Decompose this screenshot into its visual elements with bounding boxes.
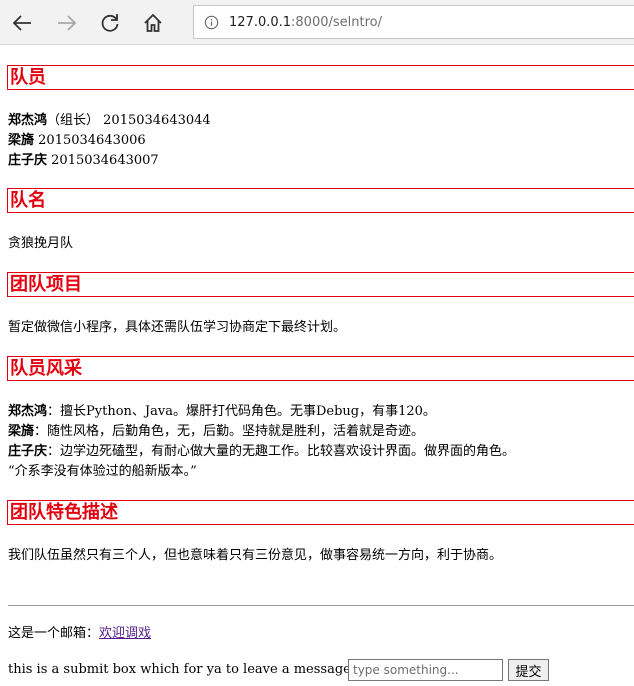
home-icon: [144, 13, 162, 32]
message-label: this is a submit box which for ya to lea…: [8, 662, 356, 677]
member-row-1: 郑杰鸿（组长） 2015034643044: [8, 111, 211, 130]
style-heading: 队员风采: [7, 356, 634, 381]
style-row-2: 梁旖：随性风格，后勤角色，无，后勤。坚持就是胜利，活着就是奇迹。: [8, 422, 424, 441]
divider: [8, 605, 634, 606]
member-name: 梁旖: [8, 424, 35, 439]
browser-toolbar: 127.0.0.1:8000/selntro/: [0, 0, 634, 45]
member-row-2: 梁旖 2015034643006: [8, 131, 146, 150]
forward-button[interactable]: [52, 8, 82, 38]
project-text: 暂定做微信小程序，具体还需队伍学习协商定下最终计划。: [8, 320, 347, 335]
member-detail: （组长） 2015034643044: [47, 113, 211, 128]
team-name-heading: 队名: [7, 188, 634, 213]
mail-link[interactable]: 欢迎调戏: [99, 626, 151, 641]
back-button[interactable]: [7, 8, 37, 38]
arrow-right-icon: [58, 15, 77, 31]
mail-line: 这是一个邮箱：欢迎调戏: [8, 624, 151, 643]
style-row-3: 庄子庆：边学边死磕型，有耐心做大量的无趣工作。比较喜欢设计界面。做界面的角色。: [8, 442, 515, 461]
address-bar[interactable]: 127.0.0.1:8000/selntro/: [193, 5, 634, 39]
member-style: ：边学边死磕型，有耐心做大量的无趣工作。比较喜欢设计界面。做界面的角色。: [47, 444, 516, 459]
project-heading: 团队项目: [7, 272, 634, 297]
info-icon[interactable]: [204, 15, 219, 30]
style-quote: “介系李没有体验过的船新版本。”: [8, 464, 197, 479]
mail-prefix: 这是一个邮箱：: [8, 626, 100, 641]
member-name: 庄子庆: [8, 153, 48, 168]
feature-text: 我们队伍虽然只有三个人，但也意味着只有三份意见，做事容易统一方向，利于协商。: [8, 548, 503, 563]
home-button[interactable]: [138, 8, 168, 38]
url-path: :8000/selntro/: [291, 14, 382, 30]
member-style: ：擅长Python、Java。爆肝打代码角色。无事Debug，有事120。: [47, 404, 436, 419]
message-input[interactable]: [348, 659, 503, 681]
member-detail: 2015034643006: [34, 133, 146, 148]
style-row-1: 郑杰鸿：擅长Python、Java。爆肝打代码角色。无事Debug，有事120。: [8, 402, 436, 421]
arrow-left-icon: [12, 15, 31, 31]
member-name: 郑杰鸿: [8, 404, 48, 419]
member-name: 梁旖: [8, 133, 35, 148]
member-row-3: 庄子庆 2015034643007: [8, 151, 159, 170]
team-name-text: 贪狼挽月队: [8, 236, 74, 251]
feature-heading: 团队特色描述: [7, 500, 634, 525]
submit-button[interactable]: 提交: [508, 659, 549, 681]
members-heading: 队员: [7, 65, 634, 90]
member-style: ：随性风格，后勤角色，无，后勤。坚持就是胜利，活着就是奇迹。: [34, 424, 425, 439]
refresh-icon: [101, 14, 119, 32]
member-detail: 2015034643007: [47, 153, 159, 168]
refresh-button[interactable]: [95, 8, 125, 38]
url-host: 127.0.0.1: [229, 14, 292, 30]
member-name: 庄子庆: [8, 444, 48, 459]
member-name: 郑杰鸿: [8, 113, 48, 128]
